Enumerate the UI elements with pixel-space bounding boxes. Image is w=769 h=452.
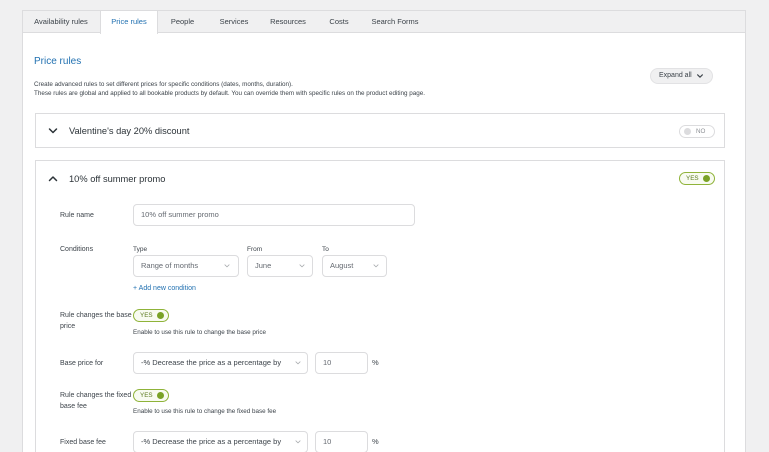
condition-type-select[interactable]: Range of months xyxy=(133,255,239,277)
to-label: To xyxy=(322,246,329,253)
fixed-fee-select[interactable]: -% Decrease the price as a percentage by xyxy=(133,431,308,452)
toggle-knob xyxy=(684,128,691,135)
expand-all-label: Expand all xyxy=(659,72,692,79)
tab-people[interactable]: People xyxy=(163,11,202,33)
description-line-2: These rules are global and applied to al… xyxy=(34,90,426,97)
rule-card-valentines: Valentine's day 20% discount NO xyxy=(35,113,725,148)
fixed-fee-hint: Enable to use this rule to change the fi… xyxy=(133,408,277,415)
rule-enabled-toggle[interactable]: YES xyxy=(679,172,715,185)
fixed-fee-toggle-label: Rule changes the fixed base fee xyxy=(60,392,132,410)
add-new-condition-link[interactable]: + Add new condition xyxy=(133,285,196,292)
tab-availability-rules[interactable]: Availability rules xyxy=(23,11,99,33)
fixed-fee-value: -% Decrease the price as a percentage by xyxy=(141,437,282,446)
tab-price-rules[interactable]: Price rules xyxy=(100,11,158,34)
toggle-label: YES xyxy=(140,392,153,399)
expand-all-button[interactable]: Expand all xyxy=(650,68,713,84)
fixed-fee-toggle[interactable]: YES xyxy=(133,389,169,402)
chevron-down-icon xyxy=(299,264,305,268)
base-price-for-value: -% Decrease the price as a percentage by xyxy=(141,358,282,367)
fixed-fee-label: Fixed base fee xyxy=(60,439,106,446)
to-month-select[interactable]: August xyxy=(322,255,387,277)
chevron-down-icon xyxy=(224,264,230,268)
base-price-toggle-label: Rule changes the base price xyxy=(60,312,132,330)
fixed-fee-unit: % xyxy=(372,437,379,446)
rule-title[interactable]: 10% off summer promo xyxy=(69,174,165,184)
chevron-down-icon[interactable] xyxy=(48,126,58,136)
chevron-down-icon xyxy=(373,264,379,268)
base-price-for-label: Base price for xyxy=(60,360,104,367)
toggle-knob xyxy=(703,175,710,182)
base-price-toggle[interactable]: YES xyxy=(133,309,169,322)
chevron-down-icon xyxy=(295,440,301,444)
base-price-hint: Enable to use this rule to change the ba… xyxy=(133,329,267,336)
toggle-knob xyxy=(157,392,164,399)
rule-title[interactable]: Valentine's day 20% discount xyxy=(69,126,189,136)
to-month-value: August xyxy=(330,261,354,270)
base-price-for-select[interactable]: -% Decrease the price as a percentage by xyxy=(133,352,308,374)
rule-card-summer-promo: 10% off summer promo YES Rule name 10% o… xyxy=(35,160,725,452)
rule-name-label: Rule name xyxy=(60,212,94,219)
type-label: Type xyxy=(133,246,148,253)
from-month-select[interactable]: June xyxy=(247,255,313,277)
chevron-up-icon[interactable] xyxy=(48,174,58,184)
rule-enabled-toggle[interactable]: NO xyxy=(679,125,715,138)
base-price-unit: % xyxy=(372,358,379,367)
toggle-label: NO xyxy=(696,128,706,135)
description-line-1: Create advanced rules to set different p… xyxy=(34,81,293,88)
settings-panel: Availability rules Price rules People Se… xyxy=(22,10,746,452)
page-description: Create advanced rules to set different p… xyxy=(34,80,634,98)
chevron-down-icon xyxy=(697,74,703,78)
rule-name-input[interactable]: 10% off summer promo xyxy=(133,204,415,226)
from-month-value: June xyxy=(255,261,272,270)
tab-costs[interactable]: Costs xyxy=(321,11,357,33)
condition-type-value: Range of months xyxy=(141,261,199,270)
chevron-down-icon xyxy=(295,361,301,365)
toggle-knob xyxy=(157,312,164,319)
tab-services[interactable]: Services xyxy=(212,11,256,33)
toggle-label: YES xyxy=(140,312,153,319)
tab-bar: Availability rules Price rules People Se… xyxy=(23,11,745,34)
tab-resources[interactable]: Resources xyxy=(264,11,312,33)
tab-search-forms[interactable]: Search Forms xyxy=(366,11,424,33)
fixed-fee-amount-input[interactable]: 10 xyxy=(315,431,368,452)
from-label: From xyxy=(247,246,263,253)
conditions-label: Conditions xyxy=(60,246,94,253)
toggle-label: YES xyxy=(686,175,699,182)
base-price-amount-input[interactable]: 10 xyxy=(315,352,368,374)
page-title: Price rules xyxy=(34,56,82,67)
